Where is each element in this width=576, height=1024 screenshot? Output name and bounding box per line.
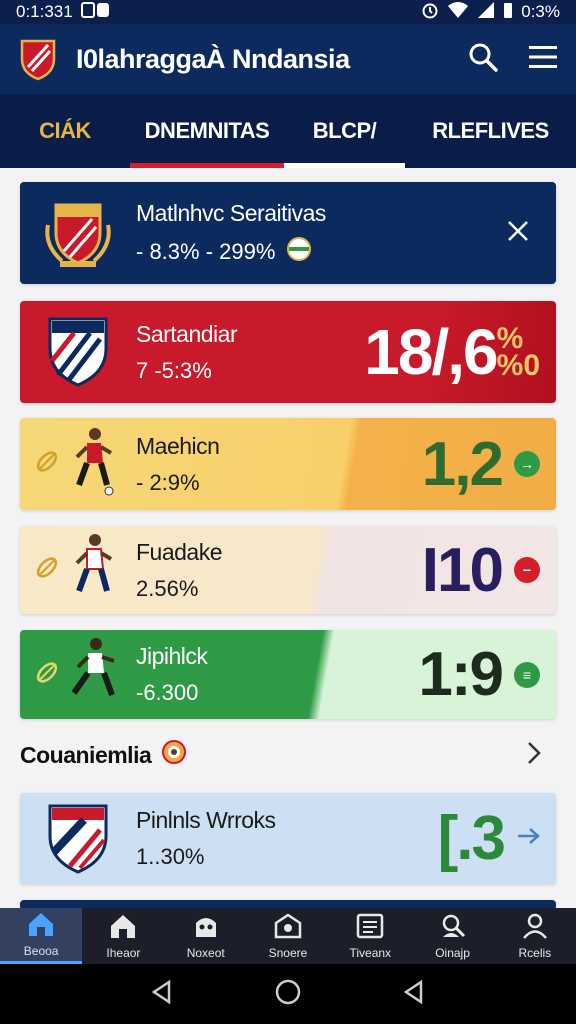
card-percentage: 7 -5:3% <box>136 357 212 383</box>
app-bar: I0lahraggaÀ Nndansia <box>0 24 576 94</box>
card-score: 18/,6 % %0 <box>364 316 540 388</box>
card-name: Jipihlck <box>136 643 208 669</box>
card-name: Fuadake <box>136 538 223 565</box>
club-crest-icon <box>18 37 58 81</box>
search-icon[interactable] <box>468 42 498 77</box>
home-icon <box>27 911 55 940</box>
player-card[interactable]: Jipihlck -6.300 1:9 ≡ <box>20 630 556 719</box>
striped-crest-icon <box>20 793 136 884</box>
nav-item-home[interactable]: Beooa <box>0 908 83 964</box>
nav-item-house[interactable]: Iheaor <box>82 908 164 964</box>
signal-icon <box>477 1 495 24</box>
tab-rleflives[interactable]: RLEFLIVES <box>405 94 576 168</box>
list-icon <box>356 913 384 942</box>
status-time: 0:1:331 <box>16 2 73 21</box>
tab-bar: CIÁK DNEMNITAS BLCP/ RLEFLIVES <box>0 94 576 168</box>
player-card[interactable]: Fuadake 2.56% I10 − <box>20 526 556 614</box>
home-button-icon[interactable] <box>274 978 302 1011</box>
tab-blcp[interactable]: BLCP/ <box>284 94 405 168</box>
person-icon <box>521 913 549 942</box>
card-name: Pinlnls Wrroks <box>136 807 276 833</box>
tab-dnemnitas[interactable]: DNEMNITAS <box>130 94 284 168</box>
card-score: 1,2 <box>421 429 504 499</box>
trend-icon: ≡ <box>514 661 540 688</box>
battery-level: 0:3% <box>521 2 560 21</box>
back-icon[interactable] <box>149 979 175 1010</box>
down-icon: − <box>514 557 540 583</box>
badge-icon <box>274 912 302 942</box>
crest-badge-icon <box>20 182 136 284</box>
team-card[interactable]: Pinlnls Wrroks 1..30% [.3 <box>20 793 556 884</box>
arrow-right-icon <box>516 826 542 851</box>
player-card[interactable]: Maehicn - 2:9% 1,2 → <box>20 418 556 510</box>
app-title: I0lahraggaÀ Nndansia <box>76 43 350 74</box>
card-score: 1:9 <box>418 640 504 709</box>
house-icon <box>109 913 137 942</box>
match-card[interactable]: Sartandiar 7 -5:3% 18/,6 % %0 <box>20 301 556 403</box>
player-icon <box>68 637 118 712</box>
leaf-icon <box>34 449 60 480</box>
search-people-icon <box>439 913 467 942</box>
bottom-nav: Beooa Iheaor Noxeot Snoere Tiveanx Oinaj… <box>0 908 576 964</box>
notification-icon <box>80 1 111 24</box>
tab-ciak[interactable]: CIÁK <box>0 94 130 168</box>
nav-item-badge[interactable]: Snoere <box>247 908 329 964</box>
ball-icon <box>287 236 312 267</box>
card-percentage: -6.300 <box>136 680 199 705</box>
recents-icon[interactable] <box>401 979 427 1010</box>
card-name: Sartandiar <box>136 320 238 347</box>
player-icon <box>71 427 115 502</box>
card-percentage: - 8.3% - 299% <box>136 236 506 267</box>
card-percentage: - 2:9% <box>136 469 200 495</box>
up-arrow-icon: → <box>514 451 540 477</box>
status-bar: 0:1:331 0:3% <box>0 0 576 24</box>
striped-crest-icon <box>20 301 136 403</box>
card-name: Maehicn <box>136 432 220 459</box>
nav-item-robot[interactable]: Noxeot <box>165 908 247 964</box>
chevron-right-icon[interactable] <box>526 740 542 771</box>
nav-item-profile[interactable]: Rcelis <box>494 908 576 964</box>
leaf-icon <box>34 555 60 586</box>
menu-icon[interactable] <box>528 44 558 75</box>
system-nav-bar <box>0 964 576 1024</box>
player-icon <box>71 533 115 608</box>
robot-icon <box>192 913 220 942</box>
nav-item-list[interactable]: Tiveanx <box>329 908 411 964</box>
card-percentage: 2.56% <box>136 575 199 601</box>
card-score: I10 <box>421 535 504 605</box>
battery-icon <box>503 1 513 24</box>
emoji-icon <box>161 739 187 771</box>
section-title: Couaniemlia <box>20 741 152 768</box>
featured-card[interactable]: Matlnhvc Seraitivas - 8.3% - 299% <box>20 182 556 284</box>
card-score: [.3 <box>437 804 506 873</box>
close-icon[interactable] <box>506 219 530 248</box>
card-name: Matlnhvc Seraitivas <box>136 199 326 226</box>
alarm-icon <box>421 1 439 24</box>
section-header[interactable]: Couaniemlia <box>20 732 556 778</box>
nav-item-search-people[interactable]: Oinajp <box>411 908 493 964</box>
leaf-icon <box>34 659 60 690</box>
card-percentage: 1..30% <box>136 844 205 869</box>
wifi-icon <box>447 1 469 24</box>
